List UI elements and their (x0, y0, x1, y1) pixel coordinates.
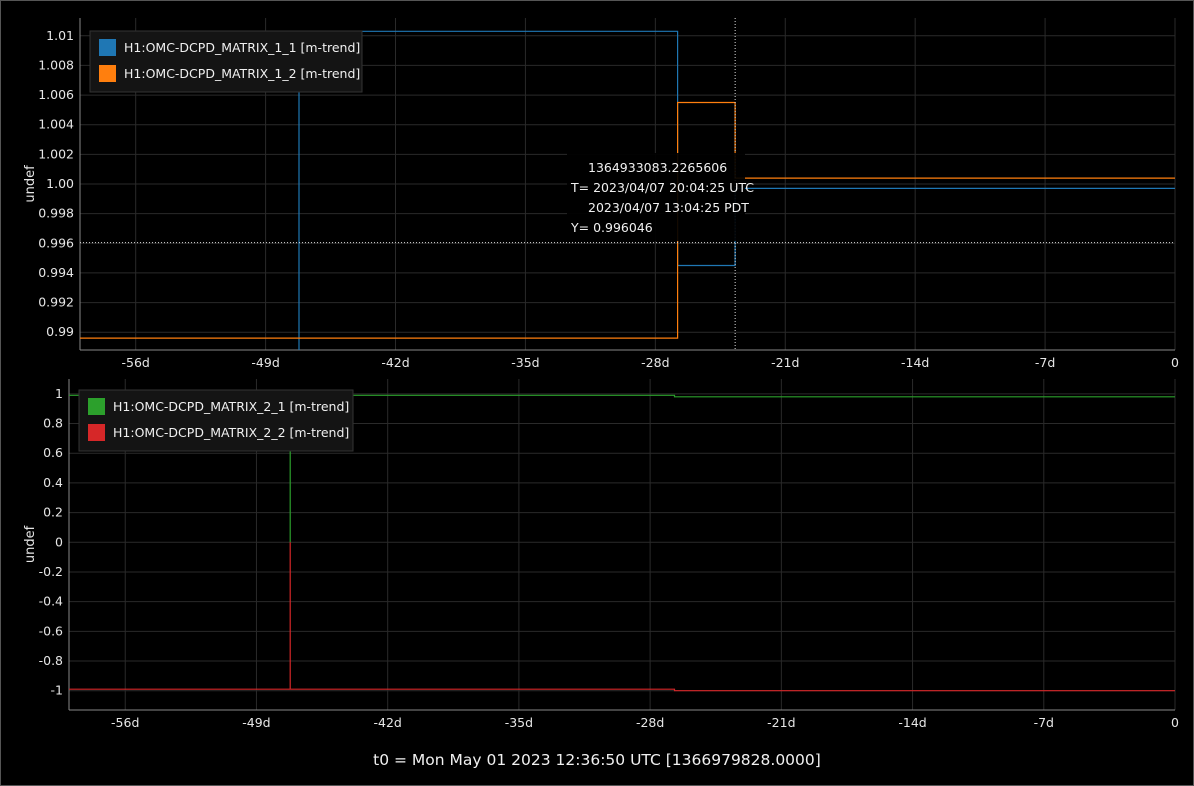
y-tick-label: 0.2 (43, 505, 63, 520)
legend-label: H1:OMC-DCPD_MATRIX_2_2 [m-trend] (113, 425, 349, 440)
y-tick-label: 1.002 (38, 146, 74, 161)
y-tick-label: 0.4 (43, 475, 63, 490)
legend: H1:OMC-DCPD_MATRIX_1_1 [m-trend] H1:OMC-D… (89, 30, 363, 93)
tooltip-y-value: Y= 0.996046 (570, 220, 653, 235)
x-tick-label: -56d (111, 715, 139, 730)
y-tick-label: 0.8 (43, 416, 63, 431)
x-tick-label: -7d (1034, 715, 1054, 730)
tooltip-utc-time: T= 2023/04/07 20:04:25 UTC (570, 180, 754, 195)
y-tick-label: -0.8 (39, 653, 63, 668)
y-tick-label: -0.2 (39, 564, 63, 579)
x-tick-label: 0 (1171, 355, 1179, 370)
x-tick-label: 0 (1171, 715, 1179, 730)
y-tick-label: -0.6 (39, 623, 63, 638)
panel-1: -56d -49d -42d -35d -28d -21d -14d -7d 0 0.99 0.99… (23, 18, 1179, 370)
time-reference-footer: t0 = Mon May 01 2023 12:36:50 UTC [13669… (373, 751, 821, 769)
y-tick-label: 1.004 (38, 117, 74, 132)
x-tick-label: -49d (242, 715, 270, 730)
x-tick-label: -42d (373, 715, 401, 730)
legend-label: H1:OMC-DCPD_MATRIX_1_2 [m-trend] (124, 66, 360, 81)
y-tick-label: 0 (55, 534, 63, 549)
series-line-2 (69, 542, 1175, 692)
y-tick-label: 0.998 (38, 206, 74, 221)
y-tick-label: 1.00 (46, 176, 74, 191)
x-tick-label: -28d (636, 715, 664, 730)
legend-swatch (88, 398, 105, 415)
legend-swatch (88, 424, 105, 441)
legend-swatch (99, 65, 116, 82)
x-tick-label: -35d (505, 715, 533, 730)
cursor-tooltip: 1364933083.2265606 T= 2023/04/07 20:04:25… (567, 153, 754, 241)
x-tick-label: -14d (901, 355, 929, 370)
y-axis-label: undef (23, 525, 38, 563)
tooltip-pdt-time: 2023/04/07 13:04:25 PDT (588, 200, 749, 215)
legend-swatch (99, 39, 116, 56)
panel-2: -56d -49d -42d -35d -28d -21d -14d -7d 0 -1 -0.8 -0… (23, 379, 1179, 730)
y-tick-label: -0.4 (39, 594, 63, 609)
y-tick-label: 0.99 (46, 324, 74, 339)
x-tick-label: -21d (771, 355, 799, 370)
y-tick-label: 0.992 (38, 295, 74, 310)
x-tick-label: -42d (381, 355, 409, 370)
legend: H1:OMC-DCPD_MATRIX_2_1 [m-trend] H1:OMC-D… (78, 389, 354, 452)
y-axis-label: undef (23, 165, 38, 203)
x-tick-label: -7d (1035, 355, 1055, 370)
y-tick-label: 0.6 (43, 445, 63, 460)
x-tick-label: -21d (767, 715, 795, 730)
x-tick-label: -49d (251, 355, 279, 370)
chart-canvas[interactable]: -56d -49d -42d -35d -28d -21d -14d -7d 0 0.99 0.99… (0, 0, 1194, 786)
x-tick-label: -56d (121, 355, 149, 370)
x-tick-label: -28d (641, 355, 669, 370)
y-tick-label: 0.994 (38, 265, 74, 280)
y-tick-label: 1.01 (46, 28, 74, 43)
legend-label: H1:OMC-DCPD_MATRIX_2_1 [m-trend] (113, 399, 349, 414)
x-tick-label: -35d (511, 355, 539, 370)
y-tick-label: 0.996 (38, 235, 74, 250)
tooltip-gps-time: 1364933083.2265606 (588, 160, 727, 175)
y-tick-label: -1 (51, 683, 63, 698)
y-tick-label: 1 (55, 386, 63, 401)
y-tick-label: 1.008 (38, 57, 74, 72)
y-tick-label: 1.006 (38, 87, 74, 102)
legend-label: H1:OMC-DCPD_MATRIX_1_1 [m-trend] (124, 40, 360, 55)
x-tick-label: -14d (898, 715, 926, 730)
